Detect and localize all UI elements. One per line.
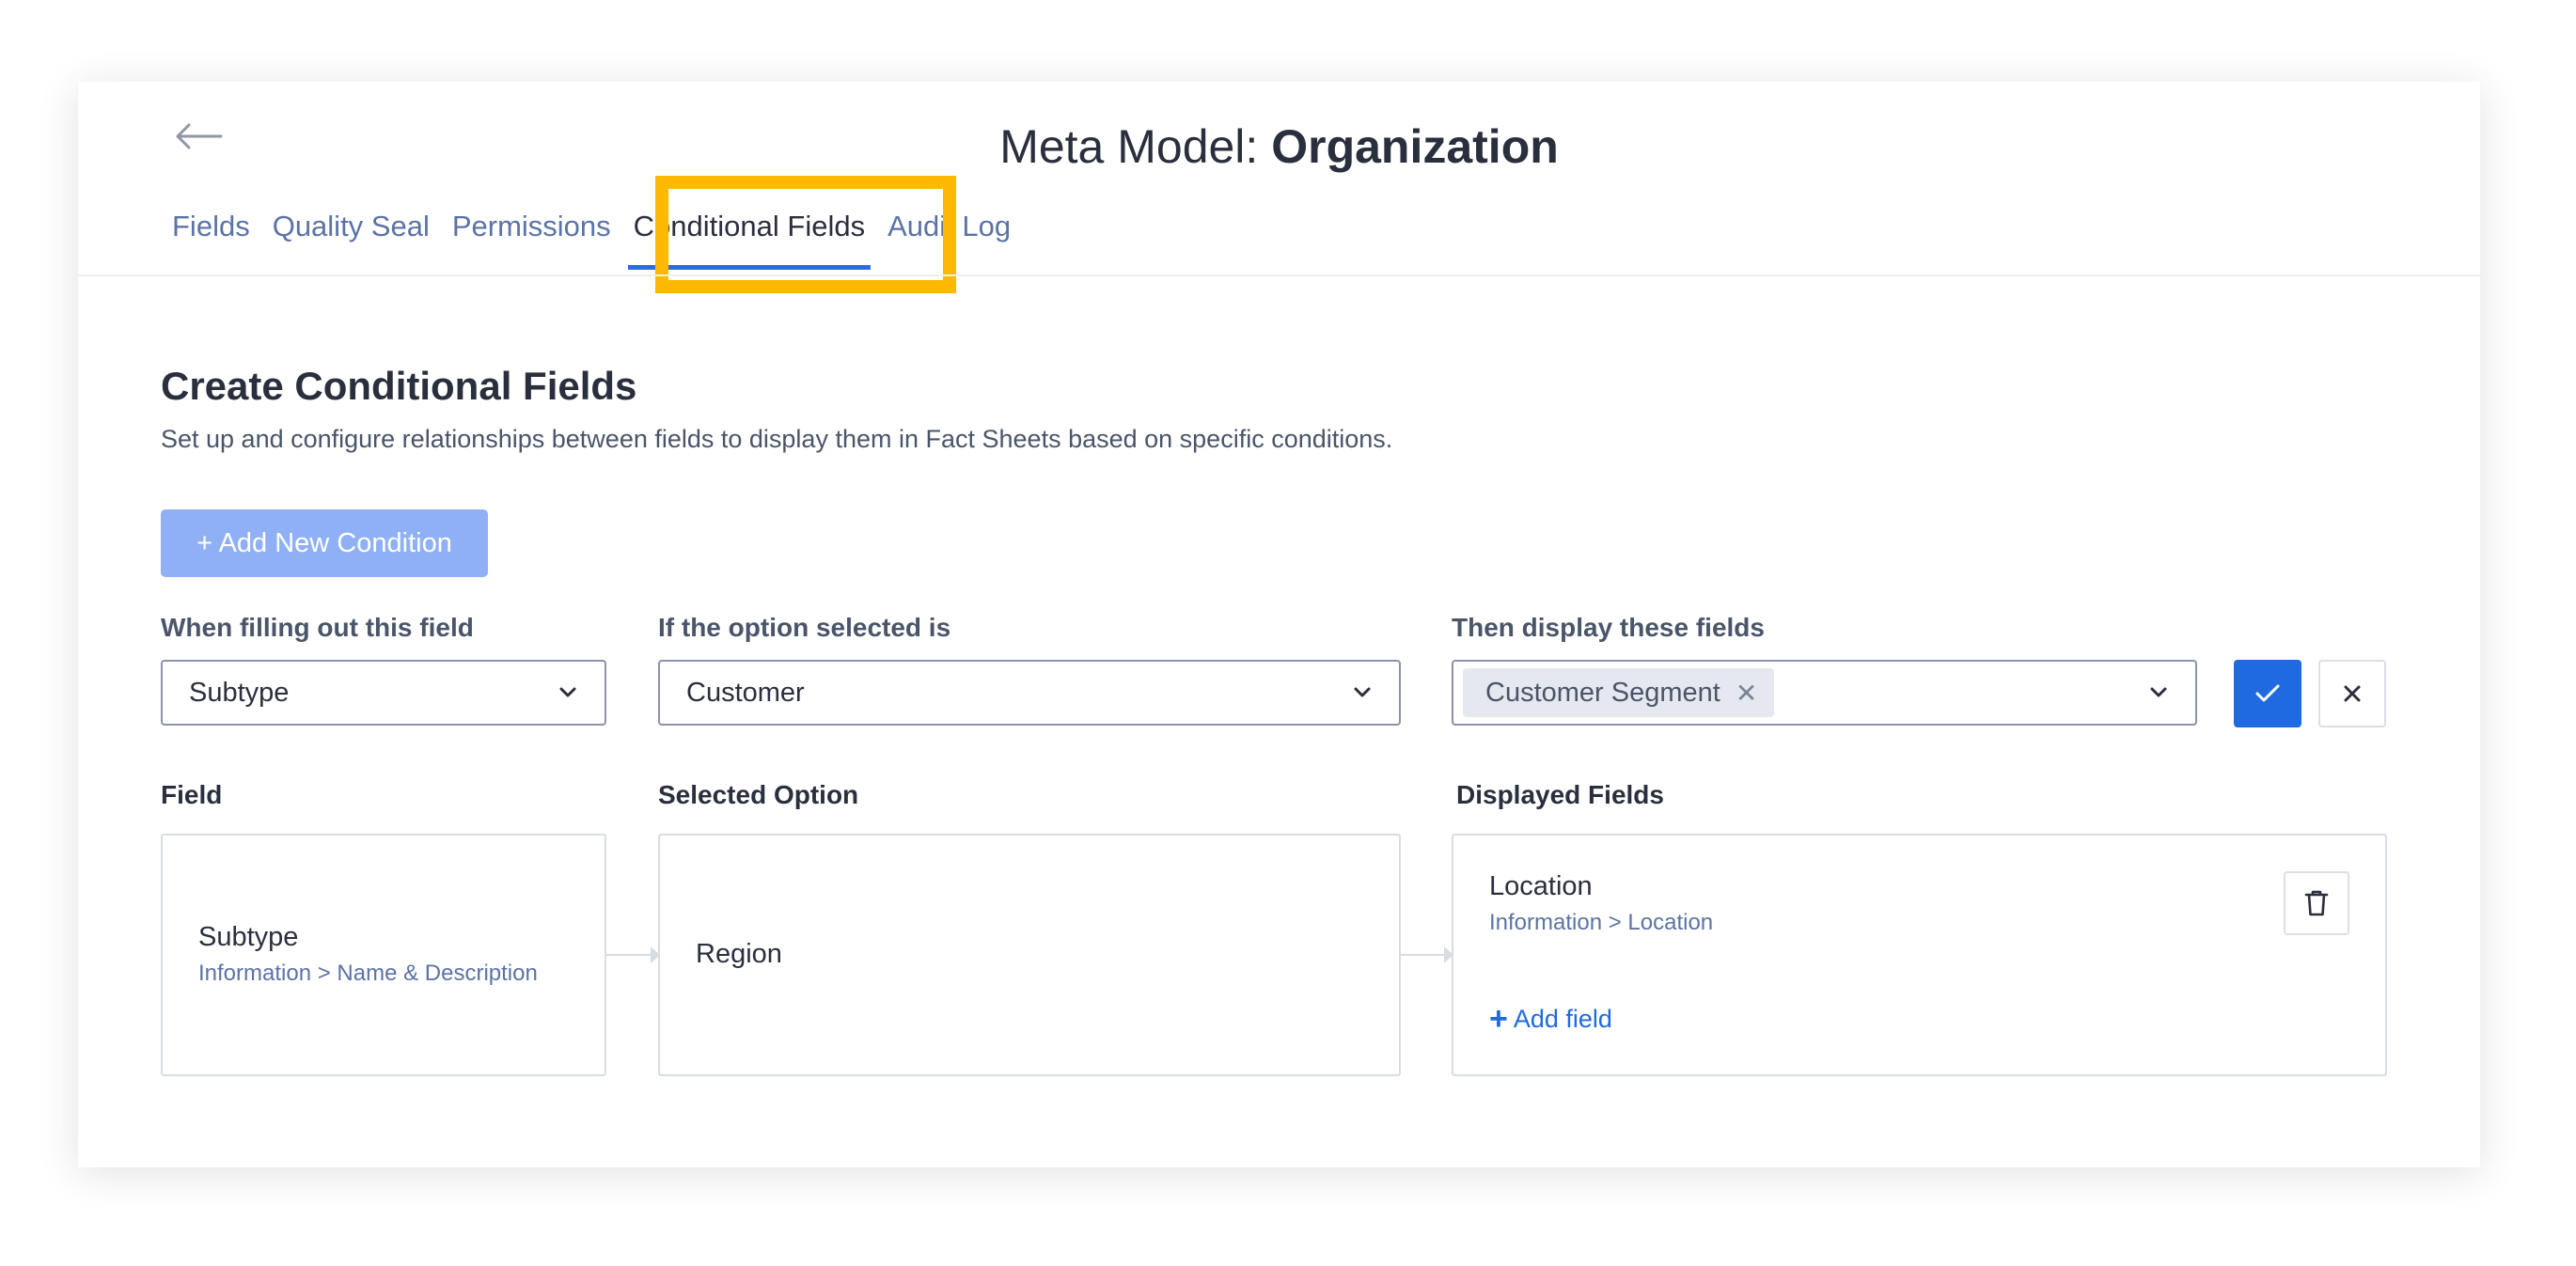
displayed-field-name: Location (1489, 871, 1593, 901)
add-new-condition-button[interactable]: + Add New Condition (161, 509, 488, 577)
chevron-down-icon (558, 682, 578, 703)
selected-option-column-header: Selected Option (658, 780, 859, 809)
section-heading: Create Conditional Fields (161, 364, 637, 408)
page-title-prefix: Meta Model: (999, 120, 1259, 173)
displayed-fields-column-header: Displayed Fields (1456, 780, 1664, 809)
condition-field-path: Information > Name & Description (198, 961, 538, 986)
section-description: Set up and configure relationships betwe… (161, 425, 1393, 453)
connector-arrow (606, 946, 660, 963)
option-select-value: Customer (686, 677, 805, 708)
field-select-label: When filling out this field (161, 613, 474, 642)
page-title: Meta Model: Organization (78, 119, 2480, 174)
trash-icon (2304, 890, 2329, 916)
condition-option-value: Region (696, 939, 782, 969)
meta-model-card: Meta Model: Organization Fields Quality … (78, 82, 2480, 1167)
option-select[interactable]: Customer (658, 660, 1401, 726)
condition-displayed-box: Location Information > Location + Add fi… (1452, 834, 2387, 1076)
condition-field-item: Subtype Information > Name & Description (198, 922, 538, 987)
chevron-down-icon (2148, 682, 2169, 703)
display-fields-chips: Customer Segment ✕ (1463, 668, 2148, 717)
chip-customer-segment: Customer Segment ✕ (1463, 668, 1775, 717)
field-select[interactable]: Subtype (161, 660, 606, 726)
displayed-field-path: Information > Location (1489, 910, 1714, 935)
plus-icon: + (1489, 1001, 1508, 1037)
header-divider (78, 274, 2480, 276)
tab-permissions[interactable]: Permissions (441, 195, 622, 270)
chip-label: Customer Segment (1485, 677, 1720, 708)
page-title-entity: Organization (1271, 120, 1559, 173)
field-select-value: Subtype (189, 677, 290, 708)
option-select-label: If the option selected is (658, 613, 951, 642)
chevron-down-icon (1352, 682, 1373, 703)
display-fields-label: Then display these fields (1452, 613, 1765, 642)
confirm-button[interactable] (2234, 660, 2301, 727)
condition-field-name: Subtype (198, 922, 299, 952)
condition-field-box: Subtype Information > Name & Description (161, 834, 606, 1076)
check-icon (2255, 684, 2280, 702)
condition-option-box: Region (658, 834, 1401, 1076)
display-fields-select[interactable]: Customer Segment ✕ (1452, 660, 2197, 726)
chip-remove-icon[interactable]: ✕ (1736, 678, 1757, 709)
add-field-label: Add field (1513, 1004, 1612, 1033)
add-field-link[interactable]: + Add field (1489, 1003, 1612, 1035)
tab-fields[interactable]: Fields (172, 195, 261, 270)
tab-conditional-fields[interactable]: Conditional Fields (622, 195, 876, 270)
tab-quality-seal[interactable]: Quality Seal (261, 195, 441, 270)
displayed-field-item: Location Information > Location (1489, 871, 1713, 936)
field-column-header: Field (161, 780, 223, 809)
delete-field-button[interactable] (2284, 871, 2349, 935)
cancel-button[interactable] (2318, 660, 2386, 727)
tab-bar: Fields Quality Seal Permissions Conditio… (172, 195, 1022, 270)
tab-audit-log[interactable]: Audit Log (876, 195, 1022, 270)
close-icon (2344, 685, 2361, 702)
connector-arrow (1401, 946, 1453, 963)
